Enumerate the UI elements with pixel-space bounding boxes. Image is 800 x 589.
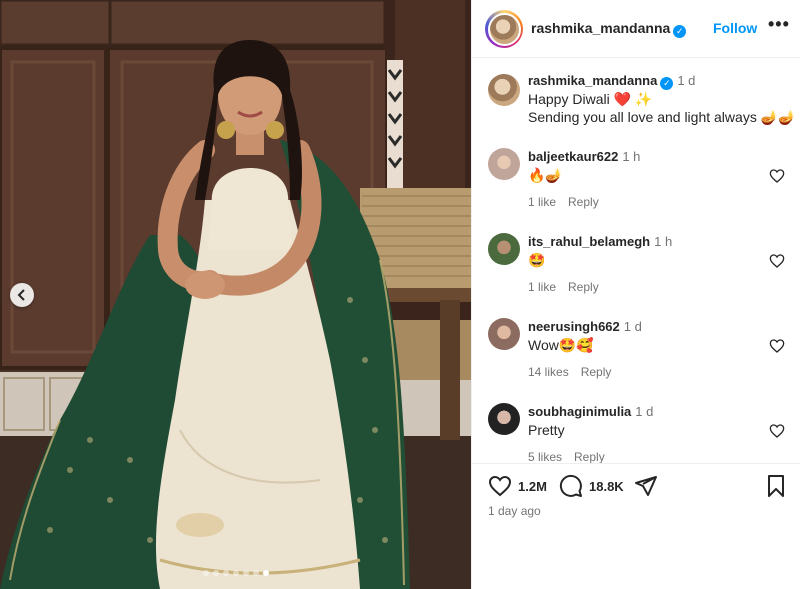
- verified-badge-icon: ✓: [660, 77, 674, 90]
- previous-photo-button[interactable]: [10, 283, 34, 307]
- post-image: [0, 0, 471, 589]
- caption-username[interactable]: rashmika_mandanna ✓ 1 d: [528, 73, 695, 90]
- carousel-dot: [262, 570, 269, 576]
- carousel-indicator: [0, 570, 471, 576]
- reply-button[interactable]: Reply: [574, 450, 605, 463]
- comment-username[interactable]: soubhaginimulia 1 d: [528, 404, 653, 419]
- comment-like-heart-icon[interactable]: [769, 253, 785, 269]
- caption-avatar[interactable]: [488, 74, 520, 106]
- reply-button[interactable]: Reply: [581, 365, 612, 379]
- chevron-left-icon: [17, 289, 25, 301]
- carousel-dot: [212, 570, 219, 576]
- save-action[interactable]: [765, 474, 787, 498]
- like-action[interactable]: 1.2M: [488, 474, 547, 498]
- share-action[interactable]: [634, 474, 658, 498]
- commenter-avatar[interactable]: [488, 233, 520, 265]
- comment-text: Wow🤩🥰: [528, 337, 594, 353]
- comment-meta: 1 like Reply: [528, 280, 611, 294]
- verified-badge-icon: ✓: [673, 25, 687, 38]
- caption-line-1: Happy Diwali ❤️ ✨: [528, 91, 653, 107]
- bookmark-icon[interactable]: [765, 474, 787, 498]
- commenter-avatar[interactable]: [488, 403, 520, 435]
- reply-button[interactable]: Reply: [568, 280, 599, 294]
- carousel-dot: [242, 570, 249, 576]
- likes-count[interactable]: 1.2M: [518, 479, 547, 494]
- carousel-dot: [232, 570, 239, 576]
- follow-button[interactable]: Follow: [713, 20, 757, 36]
- commenter-avatar[interactable]: [488, 148, 520, 180]
- reply-button[interactable]: Reply: [568, 195, 599, 209]
- comment-username[interactable]: baljeetkaur622 1 h: [528, 149, 640, 164]
- comment-meta: 1 like Reply: [528, 195, 611, 209]
- author-avatar[interactable]: [485, 10, 523, 48]
- comment-meta: 14 likes Reply: [528, 365, 623, 379]
- comments-section[interactable]: rashmika_mandanna ✓ 1 d Happy Diwali ❤️ ✨ …: [472, 58, 800, 463]
- posted-time: 1 day ago: [488, 504, 541, 518]
- comment-meta: 5 likes Reply: [528, 450, 617, 463]
- carousel-dot: [222, 570, 229, 576]
- comment-text: Pretty: [528, 422, 565, 438]
- comment-likes[interactable]: 1 like: [528, 195, 556, 209]
- comment-likes[interactable]: 5 likes: [528, 450, 562, 463]
- post-actions: 1.2M 18.8K 1 day ago: [472, 463, 800, 589]
- caption-time: 1 d: [677, 73, 696, 88]
- post-details-panel: rashmika_mandanna ✓ Follow ••• rashmika_m…: [471, 0, 800, 589]
- heart-icon[interactable]: [488, 474, 512, 498]
- comment-text: 🔥🪔: [528, 167, 563, 183]
- more-options-button[interactable]: •••: [768, 14, 790, 35]
- caption-line-2: Sending you all love and light always 🪔🪔: [528, 109, 796, 125]
- comment-text: 🤩: [528, 252, 546, 268]
- comment-icon[interactable]: [559, 474, 583, 498]
- comment-likes[interactable]: 1 like: [528, 280, 556, 294]
- post-header: rashmika_mandanna ✓ Follow •••: [472, 0, 800, 58]
- comment-like-heart-icon[interactable]: [769, 338, 785, 354]
- comment-like-heart-icon[interactable]: [769, 168, 785, 184]
- comment-action[interactable]: 18.8K: [559, 474, 624, 498]
- comment-username[interactable]: neerusingh662 1 d: [528, 319, 642, 334]
- share-icon[interactable]: [634, 474, 658, 498]
- comment-likes[interactable]: 14 likes: [528, 365, 569, 379]
- carousel-dot: [252, 570, 259, 576]
- author-username[interactable]: rashmika_mandanna ✓: [531, 20, 687, 38]
- carousel-dot: [202, 570, 209, 576]
- commenter-avatar[interactable]: [488, 318, 520, 350]
- comment-username[interactable]: its_rahul_belamegh 1 h: [528, 234, 672, 249]
- post-photo[interactable]: [0, 0, 471, 589]
- comment-like-heart-icon[interactable]: [769, 423, 785, 439]
- instagram-post-modal: rashmika_mandanna ✓ Follow ••• rashmika_m…: [0, 0, 800, 589]
- comments-count[interactable]: 18.8K: [589, 479, 624, 494]
